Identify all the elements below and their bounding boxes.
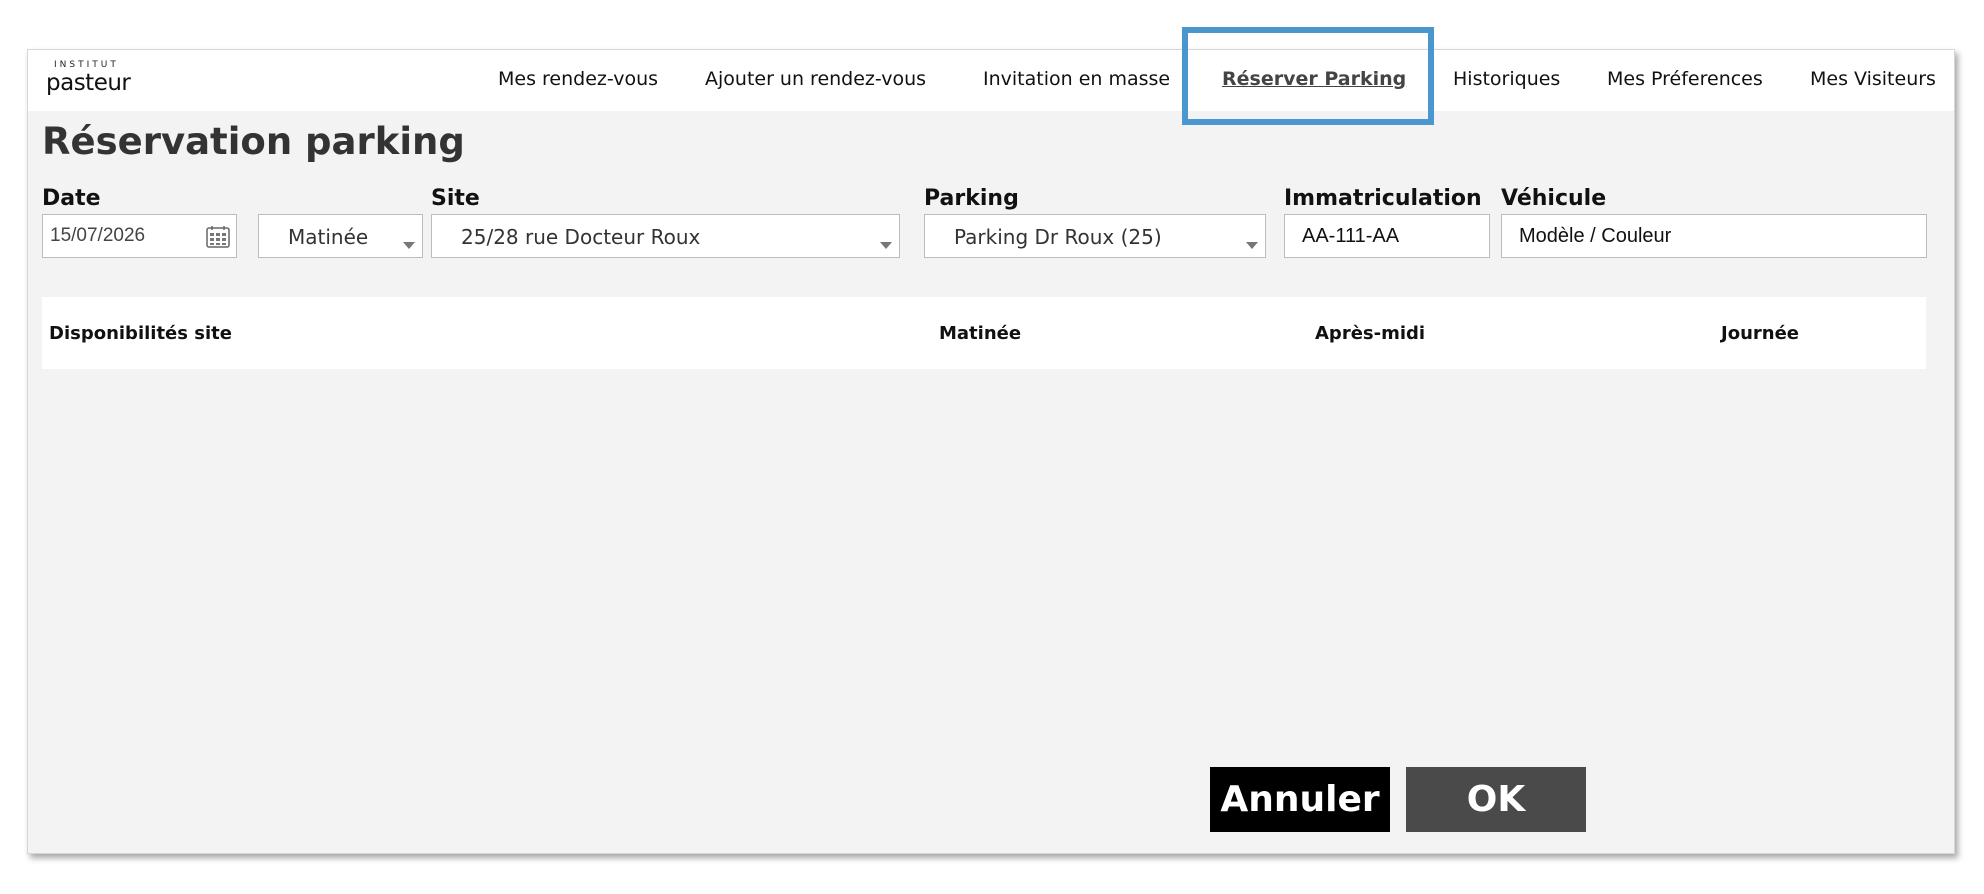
ok-button[interactable]: OK xyxy=(1406,767,1586,832)
cancel-button[interactable]: Annuler xyxy=(1210,767,1390,832)
vehicule-label: Véhicule xyxy=(1501,186,1607,211)
col-journee: Journée xyxy=(1721,323,1799,344)
availability-table-header: Disponibilités site Matinée Après-midi J… xyxy=(42,297,1926,369)
nav-ajouter-rendez-vous[interactable]: Ajouter un rendez-vous xyxy=(705,68,926,90)
chevron-down-icon xyxy=(1246,242,1258,249)
nav-historiques[interactable]: Historiques xyxy=(1453,68,1560,90)
col-apres-midi: Après-midi xyxy=(1315,323,1426,344)
highlight-frame xyxy=(1182,27,1434,125)
top-navigation: INSTITUT pasteur Mes rendez-vous Ajouter… xyxy=(28,50,1954,111)
institut-pasteur-logo[interactable]: INSTITUT pasteur xyxy=(46,60,146,102)
col-matinee: Matinée xyxy=(939,323,1022,344)
parking-value: Parking Dr Roux (25) xyxy=(954,225,1162,249)
nav-mes-preferences[interactable]: Mes Préferences xyxy=(1607,68,1763,90)
period-value: Matinée xyxy=(288,225,369,249)
date-label: Date xyxy=(42,186,101,211)
period-select[interactable]: Matinée xyxy=(258,214,423,258)
logo-line-institut: INSTITUT xyxy=(54,60,119,70)
immatriculation-label: Immatriculation xyxy=(1284,186,1482,211)
nav-mes-visiteurs[interactable]: Mes Visiteurs xyxy=(1810,68,1936,90)
chevron-down-icon xyxy=(880,242,892,249)
date-value: 15/07/2026 xyxy=(50,225,146,246)
nav-invitation-en-masse[interactable]: Invitation en masse xyxy=(983,68,1170,90)
calendar-icon[interactable] xyxy=(206,225,230,248)
app-window: INSTITUT pasteur Mes rendez-vous Ajouter… xyxy=(27,49,1955,854)
site-value: 25/28 rue Docteur Roux xyxy=(461,225,701,249)
date-field[interactable]: 15/07/2026 xyxy=(42,214,237,258)
site-label: Site xyxy=(431,186,480,211)
chevron-down-icon xyxy=(403,242,415,249)
logo-line-pasteur: pasteur xyxy=(46,70,131,96)
page-title: Réservation parking xyxy=(42,120,465,163)
parking-label: Parking xyxy=(924,186,1019,211)
vehicule-input[interactable] xyxy=(1501,214,1927,258)
nav-mes-rendez-vous[interactable]: Mes rendez-vous xyxy=(498,68,658,90)
col-disponibilites-site: Disponibilités site xyxy=(49,323,232,344)
immatriculation-input[interactable] xyxy=(1284,214,1490,258)
site-select[interactable]: 25/28 rue Docteur Roux xyxy=(431,214,900,258)
parking-select[interactable]: Parking Dr Roux (25) xyxy=(924,214,1266,258)
